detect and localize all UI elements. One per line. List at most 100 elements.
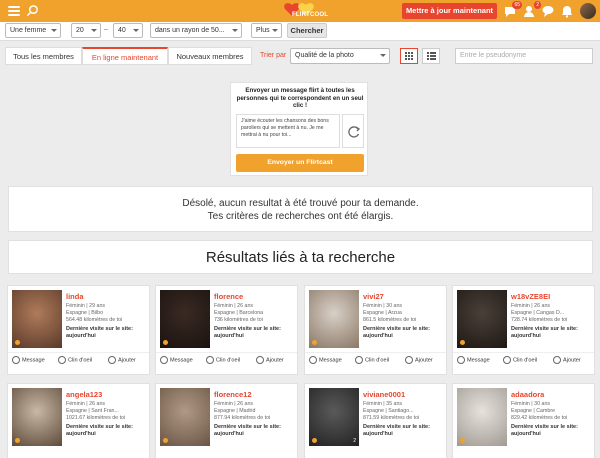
chevron-down-icon: [133, 29, 139, 32]
refresh-message-button[interactable]: [342, 114, 364, 148]
message-icon: [457, 356, 465, 364]
member-card[interactable]: w18vZE8EI Féminin | 26 ans Espagne | Can…: [452, 285, 595, 375]
tab-online-now[interactable]: En ligne maintenant: [82, 47, 168, 65]
member-last-visit: Dernière visite sur le site: aujourd'hui: [214, 326, 281, 339]
flirtcast-message: J'aime écouter les chansons des bons par…: [236, 114, 340, 148]
member-card[interactable]: florence12 Féminin | 26 ans Espagne | Ma…: [155, 383, 298, 458]
member-card[interactable]: linda Féminin | 29 ans Espagne | Bilbo 5…: [7, 285, 150, 375]
add-button[interactable]: Ajouter: [256, 356, 284, 364]
list-icon: [427, 52, 436, 60]
more-filters-value: Plus: [256, 27, 270, 34]
grid-view-button[interactable]: [400, 48, 418, 64]
menu-icon[interactable]: [8, 6, 20, 16]
member-photo[interactable]: [457, 388, 507, 446]
message-button[interactable]: Message: [309, 356, 342, 364]
add-icon: [553, 356, 561, 364]
member-photo[interactable]: [12, 290, 62, 348]
chevron-down-icon: [272, 29, 278, 32]
add-button[interactable]: Ajouter: [405, 356, 433, 364]
search-icon[interactable]: [26, 4, 39, 17]
member-name[interactable]: vivi27: [363, 292, 384, 301]
no-result-notice: Désolé, aucun resultat à été trouvé pour…: [8, 186, 593, 232]
message-icon: [309, 356, 317, 364]
wink-icon: [355, 356, 363, 364]
member-photo[interactable]: [12, 388, 62, 446]
add-button[interactable]: Ajouter: [108, 356, 136, 364]
wink-button[interactable]: Clin d'oeil: [355, 356, 389, 364]
update-now-button[interactable]: Mettre à jour maintenant: [402, 3, 497, 19]
gender-select[interactable]: Une femme: [5, 23, 61, 38]
bell-icon[interactable]: [560, 4, 574, 18]
wink-button[interactable]: Clin d'oeil: [503, 356, 537, 364]
member-card[interactable]: florence Féminin | 26 ans Espagne | Barc…: [155, 285, 298, 375]
sort-select[interactable]: Qualité de la photo: [290, 48, 390, 64]
visits-icon[interactable]: 2: [522, 1, 541, 18]
member-photo[interactable]: [160, 388, 210, 446]
chevron-down-icon: [380, 54, 386, 57]
radius-select[interactable]: dans un rayon de 50...: [150, 23, 242, 38]
wink-label: Clin d'oeil: [216, 357, 241, 364]
member-distance: 728.74 kilomètres de toi: [511, 317, 568, 323]
message-button[interactable]: Message: [457, 356, 490, 364]
message-button[interactable]: Message: [12, 356, 45, 364]
member-gender-age: Féminin | 29 ans: [66, 303, 106, 309]
message-label: Message: [467, 357, 490, 364]
logo-text: FLIRTCOOL: [292, 12, 329, 18]
wink-icon: [58, 356, 66, 364]
tab-new-members[interactable]: Nouveaux membres: [168, 47, 252, 65]
member-location: Espagne | Bilbo: [66, 310, 104, 316]
logo-heart-icon[interactable]: [282, 1, 318, 21]
add-label: Ajouter: [266, 357, 284, 364]
member-card[interactable]: adaadora Féminin | 30 ans Espagne | Camb…: [452, 383, 595, 458]
member-photo[interactable]: [457, 290, 507, 348]
age-max-value: 40: [118, 27, 126, 34]
member-name[interactable]: florence12: [214, 390, 252, 399]
photo-count: 2: [353, 438, 356, 444]
member-name[interactable]: viviane0001: [363, 390, 405, 399]
online-status-icon: [460, 340, 465, 345]
member-name[interactable]: linda: [66, 292, 84, 301]
member-last-visit: Dernière visite sur le site: aujourd'hui: [66, 424, 133, 437]
member-gender-age: Féminin | 26 ans: [214, 401, 254, 407]
message-label: Message: [22, 357, 45, 364]
member-location: Espagne | Sant Fran...: [66, 408, 119, 414]
member-card[interactable]: 2 viviane0001 Féminin | 35 ans Espagne |…: [304, 383, 447, 458]
message-label: Message: [170, 357, 193, 364]
message-button[interactable]: Message: [160, 356, 193, 364]
search-button[interactable]: Chercher: [287, 23, 327, 38]
member-photo[interactable]: 2: [309, 388, 359, 446]
age-min-value: 20: [76, 27, 84, 34]
wink-button[interactable]: Clin d'oeil: [206, 356, 240, 364]
add-icon: [108, 356, 116, 364]
age-min-select[interactable]: 20: [71, 23, 101, 38]
user-avatar[interactable]: [580, 3, 596, 19]
member-distance: 829.42 kilomètres de toi: [511, 415, 568, 421]
member-last-visit: Dernière visite sur le site: aujourd'hui: [511, 424, 578, 437]
online-status-icon: [312, 438, 317, 443]
member-distance: 871.59 kilomètres de toi: [363, 415, 420, 421]
age-range-separator: –: [104, 26, 108, 33]
flirtcast-title: Envoyer un message flirt à toutes les pe…: [236, 87, 364, 109]
member-photo[interactable]: [309, 290, 359, 348]
message-label: Message: [319, 357, 342, 364]
member-photo[interactable]: [160, 290, 210, 348]
chat-icon[interactable]: [541, 4, 555, 18]
send-flirtcast-button[interactable]: Envoyer un Flirtcast: [236, 154, 364, 172]
member-name[interactable]: adaadora: [511, 390, 544, 399]
member-gender-age: Féminin | 26 ans: [511, 303, 551, 309]
more-filters-select[interactable]: Plus: [251, 23, 282, 38]
wink-button[interactable]: Clin d'oeil: [58, 356, 92, 364]
tab-all-members[interactable]: Tous les membres: [5, 47, 82, 65]
member-name[interactable]: w18vZE8EI: [511, 292, 550, 301]
age-max-select[interactable]: 40: [113, 23, 143, 38]
member-card[interactable]: angela123 Féminin | 26 ans Espagne | San…: [7, 383, 150, 458]
list-view-button[interactable]: [422, 48, 440, 64]
member-name[interactable]: florence: [214, 292, 243, 301]
member-gender-age: Féminin | 30 ans: [511, 401, 551, 407]
member-name[interactable]: angela123: [66, 390, 102, 399]
results-title: Résultats liés à ta recherche: [8, 240, 593, 274]
add-button[interactable]: Ajouter: [553, 356, 581, 364]
pseudonym-search-input[interactable]: Entre le pseudonyme: [455, 48, 593, 64]
member-card[interactable]: vivi27 Féminin | 30 ans Espagne | Arzua …: [304, 285, 447, 375]
messages-icon[interactable]: 65: [503, 1, 522, 18]
